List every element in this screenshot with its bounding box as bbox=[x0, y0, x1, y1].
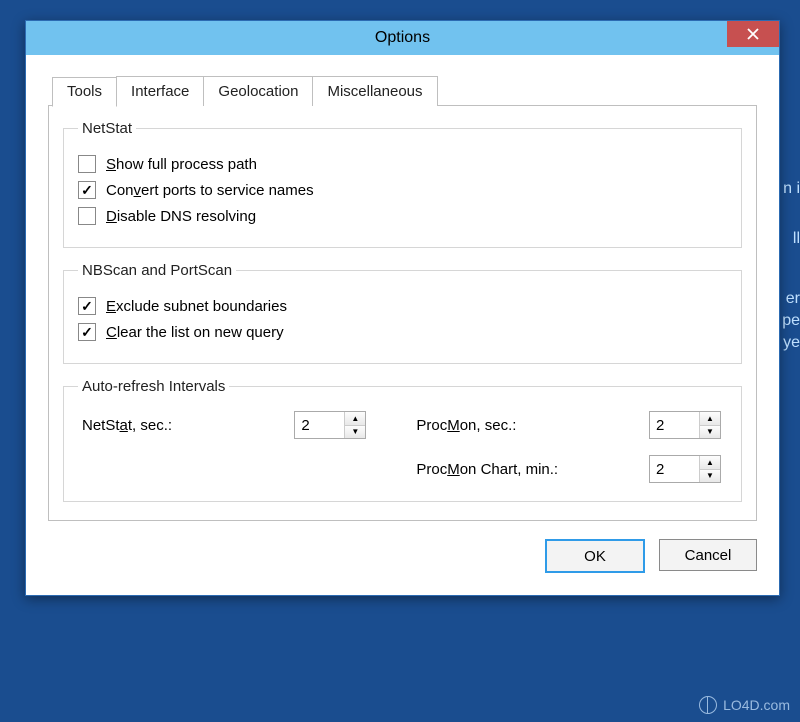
tab-miscellaneous[interactable]: Miscellaneous bbox=[312, 76, 437, 106]
group-netstat-legend: NetStat bbox=[78, 120, 136, 137]
dialog-button-bar: OK Cancel bbox=[26, 539, 779, 595]
dialog-title: Options bbox=[375, 29, 430, 47]
checkbox-label: Show full process path bbox=[106, 156, 257, 173]
globe-icon bbox=[699, 696, 717, 714]
spinner-procmon-chart-down[interactable]: ▼ bbox=[700, 470, 720, 483]
tab-tools[interactable]: Tools bbox=[52, 77, 117, 107]
checkbox-box bbox=[78, 207, 96, 225]
bg-text: er bbox=[786, 290, 800, 308]
group-auto-refresh: Auto-refresh Intervals NetStat, sec.: 2 … bbox=[63, 378, 742, 502]
spinner-procmon-chart[interactable]: 2 ▲ ▼ bbox=[649, 455, 721, 483]
tab-interface[interactable]: Interface bbox=[116, 76, 204, 106]
close-button[interactable] bbox=[727, 21, 779, 47]
label-procmon-chart-min: ProcMon Chart, min.: bbox=[416, 461, 639, 478]
checkbox-label: Disable DNS resolving bbox=[106, 208, 256, 225]
tab-panel-tools: NetStat Show full process path Convert p… bbox=[48, 105, 757, 521]
checkbox-convert-ports[interactable]: Convert ports to service names bbox=[78, 181, 314, 199]
spinner-procmon[interactable]: 2 ▲ ▼ bbox=[649, 411, 721, 439]
group-scan-legend: NBScan and PortScan bbox=[78, 262, 236, 279]
checkbox-label: Clear the list on new query bbox=[106, 324, 284, 341]
bg-text: ll bbox=[793, 230, 800, 248]
spinner-procmon-chart-value[interactable]: 2 bbox=[650, 456, 699, 482]
bg-text: ye bbox=[783, 334, 800, 352]
label-netstat-sec: NetStat, sec.: bbox=[82, 417, 284, 434]
cancel-button[interactable]: Cancel bbox=[659, 539, 757, 571]
options-dialog: Options Tools Interface Geolocation Misc… bbox=[25, 20, 780, 596]
tabstrip: Tools Interface Geolocation Miscellaneou… bbox=[48, 75, 757, 105]
checkbox-disable-dns[interactable]: Disable DNS resolving bbox=[78, 207, 256, 225]
group-intervals-legend: Auto-refresh Intervals bbox=[78, 378, 229, 395]
checkbox-box bbox=[78, 155, 96, 173]
watermark-label: LO4D.com bbox=[723, 697, 790, 713]
spinner-procmon-chart-up[interactable]: ▲ bbox=[700, 456, 720, 470]
close-icon bbox=[747, 28, 759, 40]
bg-text: pe bbox=[782, 312, 800, 330]
group-nbscan-portscan: NBScan and PortScan Exclude subnet bound… bbox=[63, 262, 742, 364]
spinner-netstat-value[interactable]: 2 bbox=[295, 412, 344, 438]
tab-geolocation[interactable]: Geolocation bbox=[203, 76, 313, 106]
checkbox-show-full-process-path[interactable]: Show full process path bbox=[78, 155, 257, 173]
checkbox-label: Convert ports to service names bbox=[106, 182, 314, 199]
checkbox-box bbox=[78, 297, 96, 315]
spinner-procmon-down[interactable]: ▼ bbox=[700, 426, 720, 439]
ok-button[interactable]: OK bbox=[545, 539, 645, 573]
watermark: LO4D.com bbox=[699, 696, 790, 714]
checkbox-clear-list[interactable]: Clear the list on new query bbox=[78, 323, 284, 341]
checkbox-box bbox=[78, 323, 96, 341]
checkbox-exclude-subnet[interactable]: Exclude subnet boundaries bbox=[78, 297, 287, 315]
checkbox-box bbox=[78, 181, 96, 199]
group-netstat: NetStat Show full process path Convert p… bbox=[63, 120, 742, 248]
spinner-procmon-up[interactable]: ▲ bbox=[700, 412, 720, 426]
bg-text: n i bbox=[783, 180, 800, 198]
checkbox-label: Exclude subnet boundaries bbox=[106, 298, 287, 315]
titlebar: Options bbox=[26, 21, 779, 55]
spinner-procmon-value[interactable]: 2 bbox=[650, 412, 699, 438]
label-procmon-sec: ProcMon, sec.: bbox=[416, 417, 639, 434]
spinner-netstat-up[interactable]: ▲ bbox=[345, 412, 365, 426]
spinner-netstat-down[interactable]: ▼ bbox=[345, 426, 365, 439]
spinner-netstat[interactable]: 2 ▲ ▼ bbox=[294, 411, 366, 439]
